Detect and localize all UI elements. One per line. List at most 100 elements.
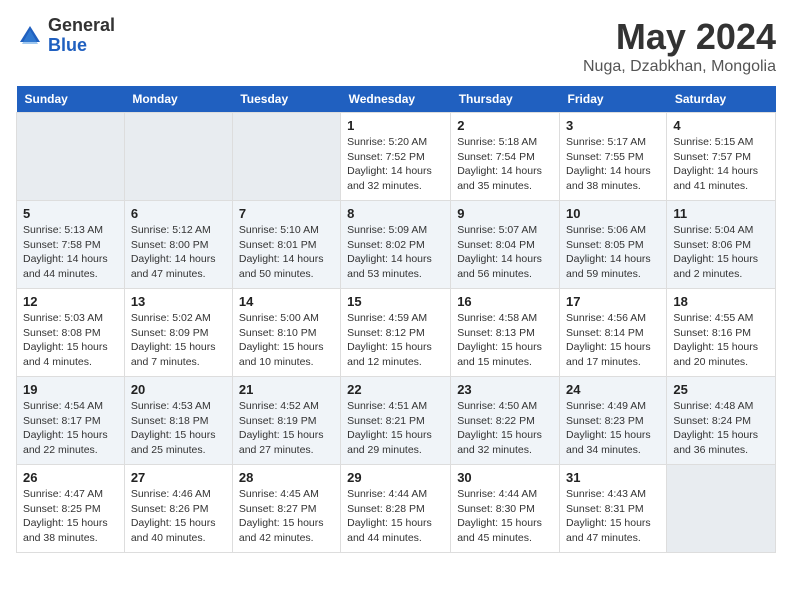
calendar-cell: 25 Sunrise: 4:48 AM Sunset: 8:24 PM Dayli…	[667, 377, 776, 465]
col-saturday: Saturday	[667, 86, 776, 113]
day-number: 19	[23, 382, 118, 397]
calendar-cell: 12Sunrise: 5:03 AM Sunset: 8:08 PM Dayli…	[17, 289, 125, 377]
day-info: Sunrise: 5:12 AM Sunset: 8:00 PM Dayligh…	[131, 223, 226, 282]
day-number: 22	[347, 382, 444, 397]
col-tuesday: Tuesday	[232, 86, 340, 113]
day-info: Sunrise: 5:18 AM Sunset: 7:54 PM Dayligh…	[457, 135, 553, 194]
calendar-header: Sunday Monday Tuesday Wednesday Thursday…	[17, 86, 776, 113]
day-info: Sunrise: 4:44 AM Sunset: 8:30 PM Dayligh…	[457, 487, 553, 546]
calendar-cell: 1 Sunrise: 5:20 AM Sunset: 7:52 PM Daylig…	[341, 113, 451, 201]
day-number: 1	[347, 118, 444, 133]
calendar-cell: 15 Sunrise: 4:59 AM Sunset: 8:12 PM Dayli…	[341, 289, 451, 377]
day-info: Sunrise: 5:17 AM Sunset: 7:55 PM Dayligh…	[566, 135, 660, 194]
calendar-cell: 3 Sunrise: 5:17 AM Sunset: 7:55 PM Daylig…	[560, 113, 667, 201]
day-number: 21	[239, 382, 334, 397]
calendar-cell: 5Sunrise: 5:13 AM Sunset: 7:58 PM Daylig…	[17, 201, 125, 289]
day-number: 18	[673, 294, 769, 309]
logo-text: General Blue	[48, 16, 115, 56]
calendar-cell: 10 Sunrise: 5:06 AM Sunset: 8:05 PM Dayli…	[560, 201, 667, 289]
day-number: 3	[566, 118, 660, 133]
day-info: Sunrise: 5:09 AM Sunset: 8:02 PM Dayligh…	[347, 223, 444, 282]
logo-blue-text: Blue	[48, 36, 115, 56]
day-info: Sunrise: 4:48 AM Sunset: 8:24 PM Dayligh…	[673, 399, 769, 458]
day-info: Sunrise: 4:53 AM Sunset: 8:18 PM Dayligh…	[131, 399, 226, 458]
col-sunday: Sunday	[17, 86, 125, 113]
calendar-cell: 9 Sunrise: 5:07 AM Sunset: 8:04 PM Daylig…	[451, 201, 560, 289]
day-number: 5	[23, 206, 118, 221]
calendar-cell: 14 Sunrise: 5:00 AM Sunset: 8:10 PM Dayli…	[232, 289, 340, 377]
day-number: 10	[566, 206, 660, 221]
calendar-cell	[124, 113, 232, 201]
header-row: Sunday Monday Tuesday Wednesday Thursday…	[17, 86, 776, 113]
calendar-cell: 19Sunrise: 4:54 AM Sunset: 8:17 PM Dayli…	[17, 377, 125, 465]
day-number: 7	[239, 206, 334, 221]
calendar-cell: 28 Sunrise: 4:45 AM Sunset: 8:27 PM Dayli…	[232, 465, 340, 553]
day-number: 16	[457, 294, 553, 309]
calendar-cell: 13 Sunrise: 5:02 AM Sunset: 8:09 PM Dayli…	[124, 289, 232, 377]
location-text: Nuga, Dzabkhan, Mongolia	[583, 58, 776, 76]
day-number: 15	[347, 294, 444, 309]
calendar-cell: 29 Sunrise: 4:44 AM Sunset: 8:28 PM Dayli…	[341, 465, 451, 553]
day-info: Sunrise: 5:00 AM Sunset: 8:10 PM Dayligh…	[239, 311, 334, 370]
calendar-body: 1 Sunrise: 5:20 AM Sunset: 7:52 PM Daylig…	[17, 113, 776, 553]
calendar-cell: 8Sunrise: 5:09 AM Sunset: 8:02 PM Daylig…	[341, 201, 451, 289]
month-title: May 2024	[583, 16, 776, 58]
day-info: Sunrise: 5:07 AM Sunset: 8:04 PM Dayligh…	[457, 223, 553, 282]
day-number: 6	[131, 206, 226, 221]
day-number: 9	[457, 206, 553, 221]
day-number: 25	[673, 382, 769, 397]
calendar-cell: 24 Sunrise: 4:49 AM Sunset: 8:23 PM Dayli…	[560, 377, 667, 465]
day-info: Sunrise: 4:49 AM Sunset: 8:23 PM Dayligh…	[566, 399, 660, 458]
calendar-cell	[17, 113, 125, 201]
logo: General Blue	[16, 16, 115, 56]
col-friday: Friday	[560, 86, 667, 113]
day-number: 29	[347, 470, 444, 485]
calendar-cell: 20Sunrise: 4:53 AM Sunset: 8:18 PM Dayli…	[124, 377, 232, 465]
calendar-cell: 31 Sunrise: 4:43 AM Sunset: 8:31 PM Dayli…	[560, 465, 667, 553]
day-info: Sunrise: 4:46 AM Sunset: 8:26 PM Dayligh…	[131, 487, 226, 546]
calendar-cell: 27 Sunrise: 4:46 AM Sunset: 8:26 PM Dayli…	[124, 465, 232, 553]
calendar-cell: 2 Sunrise: 5:18 AM Sunset: 7:54 PM Daylig…	[451, 113, 560, 201]
calendar-cell	[667, 465, 776, 553]
page-header: General Blue May 2024 Nuga, Dzabkhan, Mo…	[16, 16, 776, 76]
calendar-cell: 23Sunrise: 4:50 AM Sunset: 8:22 PM Dayli…	[451, 377, 560, 465]
day-info: Sunrise: 4:44 AM Sunset: 8:28 PM Dayligh…	[347, 487, 444, 546]
calendar-week-4: 26Sunrise: 4:47 AM Sunset: 8:25 PM Dayli…	[17, 465, 776, 553]
day-info: Sunrise: 4:43 AM Sunset: 8:31 PM Dayligh…	[566, 487, 660, 546]
day-info: Sunrise: 4:51 AM Sunset: 8:21 PM Dayligh…	[347, 399, 444, 458]
day-number: 14	[239, 294, 334, 309]
calendar-week-0: 1 Sunrise: 5:20 AM Sunset: 7:52 PM Daylig…	[17, 113, 776, 201]
day-number: 31	[566, 470, 660, 485]
calendar-cell: 22 Sunrise: 4:51 AM Sunset: 8:21 PM Dayli…	[341, 377, 451, 465]
col-thursday: Thursday	[451, 86, 560, 113]
day-info: Sunrise: 5:02 AM Sunset: 8:09 PM Dayligh…	[131, 311, 226, 370]
day-info: Sunrise: 4:56 AM Sunset: 8:14 PM Dayligh…	[566, 311, 660, 370]
calendar-cell: 21 Sunrise: 4:52 AM Sunset: 8:19 PM Dayli…	[232, 377, 340, 465]
title-area: May 2024 Nuga, Dzabkhan, Mongolia	[583, 16, 776, 76]
day-number: 2	[457, 118, 553, 133]
day-number: 4	[673, 118, 769, 133]
day-number: 13	[131, 294, 226, 309]
day-number: 30	[457, 470, 553, 485]
calendar-cell: 26Sunrise: 4:47 AM Sunset: 8:25 PM Dayli…	[17, 465, 125, 553]
day-info: Sunrise: 5:15 AM Sunset: 7:57 PM Dayligh…	[673, 135, 769, 194]
day-info: Sunrise: 4:45 AM Sunset: 8:27 PM Dayligh…	[239, 487, 334, 546]
day-number: 27	[131, 470, 226, 485]
day-number: 24	[566, 382, 660, 397]
calendar-cell: 30 Sunrise: 4:44 AM Sunset: 8:30 PM Dayli…	[451, 465, 560, 553]
day-info: Sunrise: 5:04 AM Sunset: 8:06 PM Dayligh…	[673, 223, 769, 282]
calendar-cell	[232, 113, 340, 201]
calendar-cell: 6 Sunrise: 5:12 AM Sunset: 8:00 PM Daylig…	[124, 201, 232, 289]
calendar-cell: 11Sunrise: 5:04 AM Sunset: 8:06 PM Dayli…	[667, 201, 776, 289]
day-number: 17	[566, 294, 660, 309]
day-info: Sunrise: 4:59 AM Sunset: 8:12 PM Dayligh…	[347, 311, 444, 370]
logo-icon	[16, 22, 44, 50]
day-info: Sunrise: 4:52 AM Sunset: 8:19 PM Dayligh…	[239, 399, 334, 458]
day-number: 28	[239, 470, 334, 485]
day-info: Sunrise: 5:06 AM Sunset: 8:05 PM Dayligh…	[566, 223, 660, 282]
calendar-cell: 17 Sunrise: 4:56 AM Sunset: 8:14 PM Dayli…	[560, 289, 667, 377]
calendar-cell: 7Sunrise: 5:10 AM Sunset: 8:01 PM Daylig…	[232, 201, 340, 289]
day-number: 26	[23, 470, 118, 485]
day-info: Sunrise: 4:50 AM Sunset: 8:22 PM Dayligh…	[457, 399, 553, 458]
day-info: Sunrise: 5:20 AM Sunset: 7:52 PM Dayligh…	[347, 135, 444, 194]
